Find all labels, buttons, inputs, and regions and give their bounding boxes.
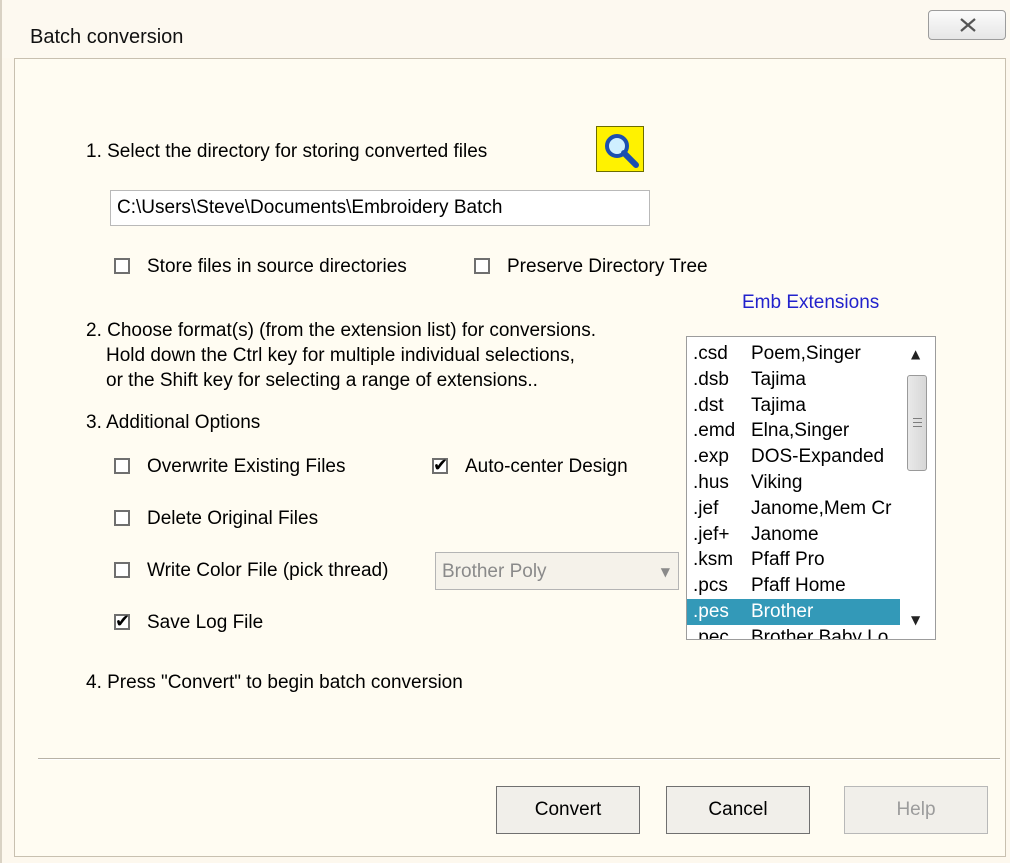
extension-code: .dsb: [693, 368, 729, 390]
extension-code: .hus: [693, 471, 729, 493]
magnifier-icon: [605, 134, 639, 168]
extension-brand: Janome: [751, 523, 819, 545]
extension-code: .exp: [693, 446, 729, 468]
extension-list-item[interactable]: .pcs Pfaff Home: [687, 573, 900, 599]
step2-line2: Hold down the Ctrl key for multiple indi…: [106, 345, 575, 366]
extension-code: .csd: [693, 343, 728, 364]
checkmark-icon: ✔: [115, 611, 131, 632]
close-icon: [960, 18, 976, 32]
extension-brand: Elna,Singer: [751, 420, 850, 442]
extension-code: .dst: [693, 394, 724, 416]
extension-code: .ksm: [693, 549, 734, 571]
autocenter-checkbox[interactable]: ✔: [432, 455, 449, 476]
store-in-source-label: Store files in source directories: [147, 256, 407, 277]
store-in-source-checkbox[interactable]: [114, 258, 130, 274]
extension-brand: DOS-Expanded: [751, 446, 885, 468]
scroll-up-arrow-icon[interactable]: ▲: [911, 347, 920, 361]
help-button[interactable]: Help: [844, 786, 988, 834]
divider: [38, 758, 1000, 760]
delete-original-label: Delete Original Files: [147, 508, 319, 529]
save-log-label: Save Log File: [147, 612, 264, 633]
extension-brand: Poem,Singer: [751, 343, 861, 364]
batch-conversion-dialog: Batch conversion 1. Select the directory…: [0, 0, 1010, 863]
extension-list-item[interactable]: .pec Brother Baby Lo: [687, 625, 900, 640]
extensions-listbox[interactable]: .csd Poem,Singer .dsb Tajima .dst Tajima .emd E…: [686, 336, 936, 640]
extension-brand: Tajima: [751, 394, 806, 416]
save-log-checkbox[interactable]: ✔: [114, 611, 131, 632]
extension-code: .pes: [693, 600, 729, 622]
extension-list-item[interactable]: .ksm Pfaff Pro: [687, 547, 900, 573]
preserve-tree-label: Preserve Directory Tree: [507, 256, 708, 277]
extension-list-item[interactable]: .jef Janome,Mem Cr: [687, 496, 900, 522]
extension-brand: Tajima: [751, 368, 806, 390]
extension-brand: Viking: [751, 471, 803, 493]
step3-label: 3. Additional Options: [86, 412, 261, 433]
extensions-scrollbar[interactable]: ▲ ▼: [901, 337, 935, 639]
thread-select-value: Brother Poly: [442, 561, 547, 582]
chevron-down-icon: ▼: [660, 565, 670, 579]
browse-directory-button[interactable]: [596, 126, 644, 172]
scroll-down-arrow-icon[interactable]: ▼: [911, 613, 920, 627]
extension-list-item[interactable]: .dsb Tajima: [687, 367, 900, 393]
title-bar: Batch conversion: [2, 0, 1010, 58]
extension-brand: Janome,Mem Cr: [751, 497, 892, 519]
cancel-button[interactable]: Cancel: [666, 786, 810, 834]
extension-list-item[interactable]: .emd Elna,Singer: [687, 418, 900, 444]
overwrite-checkbox[interactable]: [114, 458, 130, 474]
extension-code: .emd: [693, 420, 736, 442]
extension-code: .jef: [693, 497, 719, 519]
overwrite-label: Overwrite Existing Files: [147, 456, 346, 477]
step4-label: 4. Press "Convert" to begin batch conver…: [86, 672, 463, 693]
write-color-file-label: Write Color File (pick thread): [147, 560, 389, 581]
write-color-file-checkbox[interactable]: [114, 562, 130, 578]
thread-select[interactable]: Brother Poly ▼: [435, 552, 679, 590]
extension-brand: Pfaff Pro: [751, 549, 825, 571]
extension-list-item[interactable]: .dst Tajima: [687, 393, 900, 419]
autocenter-label: Auto-center Design: [465, 456, 628, 477]
delete-original-checkbox[interactable]: [114, 510, 130, 526]
extension-code: .jef+: [693, 523, 730, 545]
extension-brand: Brother Baby Lo: [751, 626, 889, 640]
extensions-header: Emb Extensions: [742, 292, 880, 313]
preserve-tree-checkbox[interactable]: [474, 258, 490, 274]
checkmark-icon: ✔: [433, 455, 449, 476]
extension-list-item[interactable]: .hus Viking: [687, 470, 900, 496]
step2-line3: or the Shift key for selecting a range o…: [106, 370, 538, 391]
extension-brand: Brother: [751, 600, 814, 622]
step1-label: 1. Select the directory for storing conv…: [86, 141, 488, 162]
close-button[interactable]: [928, 10, 1006, 40]
extension-code: .pcs: [693, 575, 728, 597]
directory-input[interactable]: C:\Users\Steve\Documents\Embroidery Batc…: [110, 190, 650, 226]
step2-line1: 2. Choose format(s) (from the extension …: [86, 320, 597, 341]
scroll-thumb[interactable]: [907, 375, 927, 471]
extension-list-item[interactable]: .jef+ Janome: [687, 522, 900, 548]
extension-list-item[interactable]: .pes Brother: [687, 598, 900, 625]
window-title: Batch conversion: [30, 26, 184, 48]
extension-brand: Pfaff Home: [751, 575, 846, 597]
extension-list-item[interactable]: .exp DOS-Expanded: [687, 444, 900, 470]
extension-code: .pec: [693, 626, 729, 640]
convert-button[interactable]: Convert: [496, 786, 640, 834]
extension-list-item[interactable]: .csd Poem,Singer: [687, 341, 900, 367]
